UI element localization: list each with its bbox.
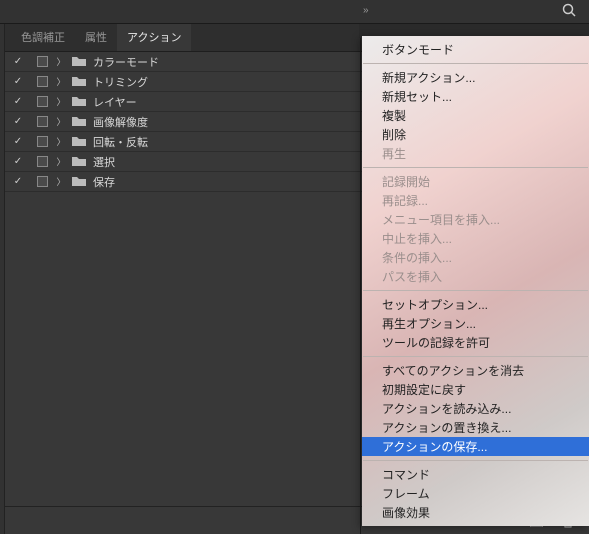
folder-icon xyxy=(69,113,89,131)
menu-insert-menu-item: メニュー項目を挿入... xyxy=(362,210,589,229)
chevron-right-icon[interactable]: 〉 xyxy=(53,175,69,188)
tab-color-correction[interactable]: 色調補正 xyxy=(11,23,75,51)
menu-replace-actions[interactable]: アクションの置き換え... xyxy=(362,418,589,437)
menu-image-effects[interactable]: 画像効果 xyxy=(362,503,589,522)
action-set-label: 回転・反転 xyxy=(89,134,148,150)
chevron-right-icon[interactable]: 〉 xyxy=(53,135,69,148)
menu-duplicate[interactable]: 複製 xyxy=(362,106,589,125)
action-set-label: 選択 xyxy=(89,154,115,170)
menu-delete[interactable]: 削除 xyxy=(362,125,589,144)
menu-insert-stop: 中止を挿入... xyxy=(362,229,589,248)
search-icon[interactable] xyxy=(561,2,577,23)
menu-new-set[interactable]: 新規セット... xyxy=(362,87,589,106)
toggle-dialog-icon[interactable] xyxy=(31,176,53,187)
menu-button-mode[interactable]: ボタンモード xyxy=(362,40,589,59)
action-set-label: 保存 xyxy=(89,174,115,190)
toggle-check-icon[interactable]: ✓ xyxy=(5,156,31,167)
menu-start-recording: 記録開始 xyxy=(362,172,589,191)
toggle-check-icon[interactable]: ✓ xyxy=(5,76,31,87)
tab-attributes[interactable]: 属性 xyxy=(75,23,117,51)
toggle-dialog-icon[interactable] xyxy=(31,116,53,127)
chevron-right-icon[interactable]: 〉 xyxy=(53,155,69,168)
menu-insert-conditional: 条件の挿入... xyxy=(362,248,589,267)
toggle-dialog-icon[interactable] xyxy=(31,56,53,67)
menu-re-record: 再記録... xyxy=(362,191,589,210)
folder-icon xyxy=(69,53,89,71)
actions-panel-menu: ボタンモード 新規アクション... 新規セット... 複製 削除 再生 記録開始… xyxy=(362,36,589,526)
menu-new-action[interactable]: 新規アクション... xyxy=(362,68,589,87)
folder-icon xyxy=(69,173,89,191)
folder-icon xyxy=(69,93,89,111)
action-set-label: レイヤー xyxy=(89,94,137,110)
toggle-check-icon[interactable]: ✓ xyxy=(5,56,31,67)
action-set-label: 画像解像度 xyxy=(89,114,148,130)
chevron-right-icon[interactable]: 〉 xyxy=(53,55,69,68)
chevron-right-icon[interactable]: 〉 xyxy=(53,75,69,88)
toggle-dialog-icon[interactable] xyxy=(31,156,53,167)
menu-allow-tool-recording[interactable]: ツールの記録を許可 xyxy=(362,333,589,352)
menu-frames[interactable]: フレーム xyxy=(362,484,589,503)
menu-clear-all-actions[interactable]: すべてのアクションを消去 xyxy=(362,361,589,380)
toggle-check-icon[interactable]: ✓ xyxy=(5,116,31,127)
collapse-arrows-icon[interactable]: » xyxy=(363,5,369,16)
folder-icon xyxy=(69,153,89,171)
chevron-right-icon[interactable]: 〉 xyxy=(53,115,69,128)
action-set-label: トリミング xyxy=(89,74,148,90)
menu-set-options[interactable]: セットオプション... xyxy=(362,295,589,314)
menu-commands[interactable]: コマンド xyxy=(362,465,589,484)
folder-icon xyxy=(69,73,89,91)
action-set-label: カラーモード xyxy=(89,54,159,70)
toggle-dialog-icon[interactable] xyxy=(31,76,53,87)
menu-insert-path: パスを挿入 xyxy=(362,267,589,286)
chevron-right-icon[interactable]: 〉 xyxy=(53,95,69,108)
menu-play: 再生 xyxy=(362,144,589,163)
folder-icon xyxy=(69,133,89,151)
toggle-check-icon[interactable]: ✓ xyxy=(5,96,31,107)
toggle-dialog-icon[interactable] xyxy=(31,96,53,107)
toggle-check-icon[interactable]: ✓ xyxy=(5,176,31,187)
menu-playback-options[interactable]: 再生オプション... xyxy=(362,314,589,333)
menu-load-actions[interactable]: アクションを読み込み... xyxy=(362,399,589,418)
menu-reset-actions[interactable]: 初期設定に戻す xyxy=(362,380,589,399)
app-top-bar: » xyxy=(0,0,589,24)
toggle-check-icon[interactable]: ✓ xyxy=(5,136,31,147)
tab-actions[interactable]: アクション xyxy=(117,23,191,51)
toggle-dialog-icon[interactable] xyxy=(31,136,53,147)
menu-save-actions[interactable]: アクションの保存... xyxy=(362,437,589,456)
